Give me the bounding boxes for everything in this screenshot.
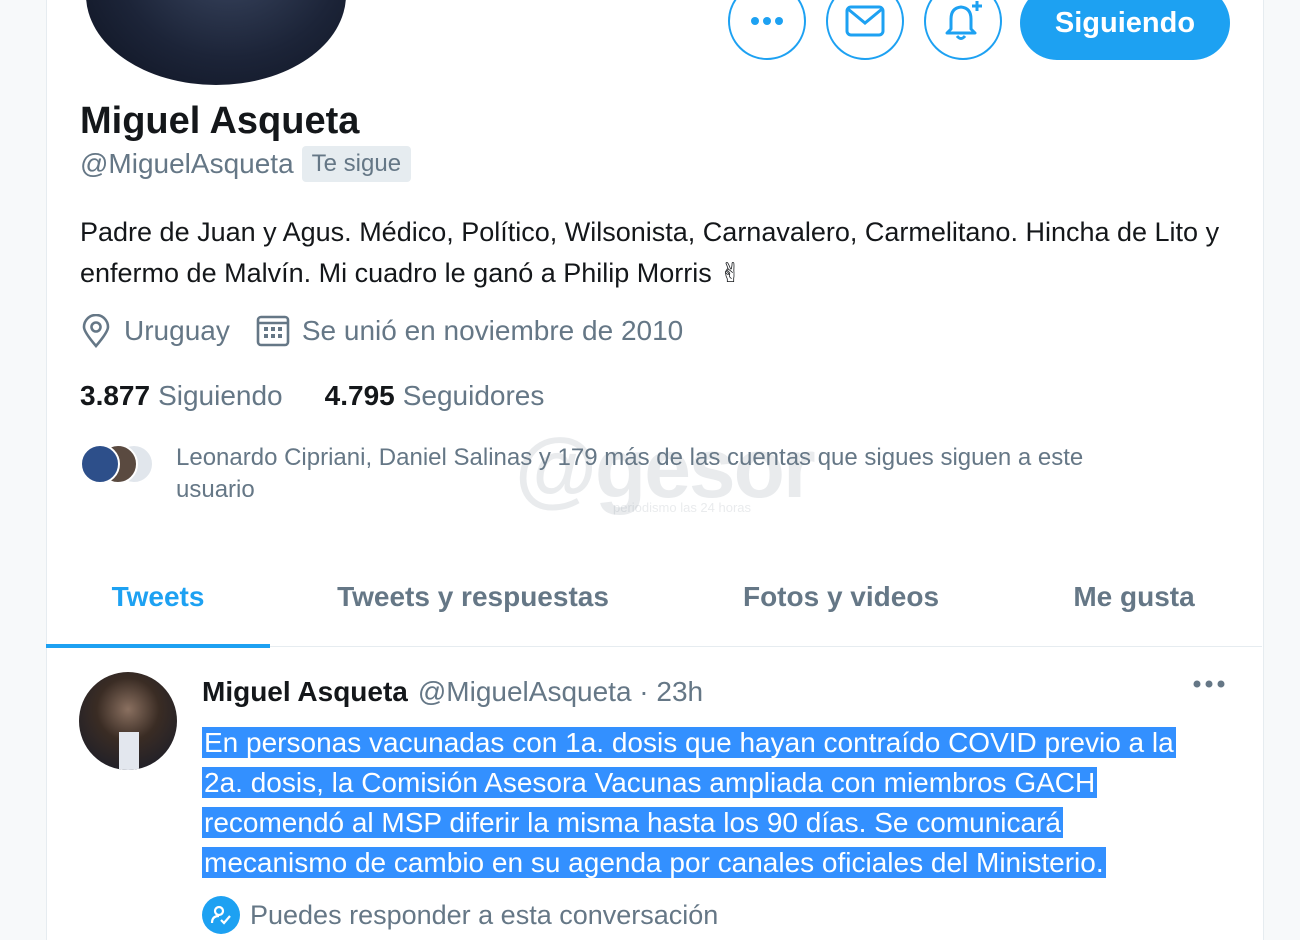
following-count: 3.877: [80, 380, 151, 411]
tweet-line: mecanismo de cambio en su agenda por can…: [202, 847, 1106, 878]
tab-likes[interactable]: Me gusta: [1006, 548, 1262, 646]
profile-handle: @MiguelAsqueta: [80, 148, 294, 179]
profile-tabs: Tweets Tweets y respuestas Fotos y video…: [46, 548, 1262, 648]
mutual-avatar: [80, 444, 120, 484]
following-stat[interactable]: 3.877 Siguiendo: [80, 380, 283, 412]
tab-tweets[interactable]: Tweets: [46, 548, 270, 646]
mutual-followers-text: Leonardo Cipriani, Daniel Salinas y 179 …: [176, 444, 1084, 503]
mail-icon: [845, 5, 885, 37]
mutual-avatars: [80, 442, 160, 484]
calendar-icon: [256, 315, 290, 347]
tweet-line: En personas vacunadas con 1a. dosis que …: [202, 727, 1176, 758]
handle-row: @MiguelAsqueta Te sigue: [80, 146, 412, 182]
active-tab-indicator: [46, 644, 270, 648]
tab-tweets-replies[interactable]: Tweets y respuestas: [270, 548, 676, 646]
reply-permission: Puedes responder a esta conversación: [202, 896, 718, 934]
followers-count: 4.795: [324, 380, 395, 411]
tweet-text: En personas vacunadas con 1a. dosis que …: [202, 723, 1252, 883]
follow-stats: 3.877 Siguiendo 4.795 Seguidores: [80, 380, 544, 412]
mutual-followers[interactable]: Leonardo Cipriani, Daniel Salinas y 179 …: [80, 442, 1166, 506]
tab-media[interactable]: Fotos y videos: [676, 548, 1006, 646]
follows-you-badge: Te sigue: [301, 146, 412, 182]
tweet-line: recomendó al MSP diferir la misma hasta …: [202, 807, 1063, 838]
more-horizontal-icon: [1193, 680, 1225, 688]
tweet-more-button[interactable]: [1192, 676, 1226, 694]
location-pin-icon: [82, 314, 110, 348]
joined-item: Se unió en noviembre de 2010: [256, 314, 683, 348]
tweet-author[interactable]: Miguel Asqueta: [202, 676, 408, 708]
profile-meta: Uruguay Se unió en noviembre de 2010: [80, 314, 709, 348]
bell-plus-icon: [945, 1, 982, 40]
location-item: Uruguay: [80, 314, 230, 348]
more-icon: [751, 17, 783, 25]
reply-permission-text: Puedes responder a esta conversación: [250, 899, 719, 930]
reply-permission-icon: [202, 896, 240, 934]
followers-label: Seguidores: [402, 380, 545, 411]
following-label: Siguiendo: [158, 380, 283, 411]
profile-bio: Padre de Juan y Agus. Médico, Político, …: [80, 217, 1220, 288]
followers-stat[interactable]: 4.795 Seguidores: [325, 380, 545, 412]
tweet-header: Miguel Asqueta @MiguelAsqueta · 23h: [202, 676, 703, 708]
following-button[interactable]: Siguiendo: [1020, 0, 1230, 60]
joined-text: Se unió en noviembre de 2010: [301, 315, 684, 346]
profile-name: Miguel Asqueta: [80, 100, 360, 142]
tweet-avatar[interactable]: [79, 672, 177, 770]
location-text: Uruguay: [124, 315, 230, 346]
tweet-handle-time: @MiguelAsqueta · 23h: [417, 676, 704, 707]
tweet-line: 2a. dosis, la Comisión Asesora Vacunas a…: [202, 767, 1098, 798]
